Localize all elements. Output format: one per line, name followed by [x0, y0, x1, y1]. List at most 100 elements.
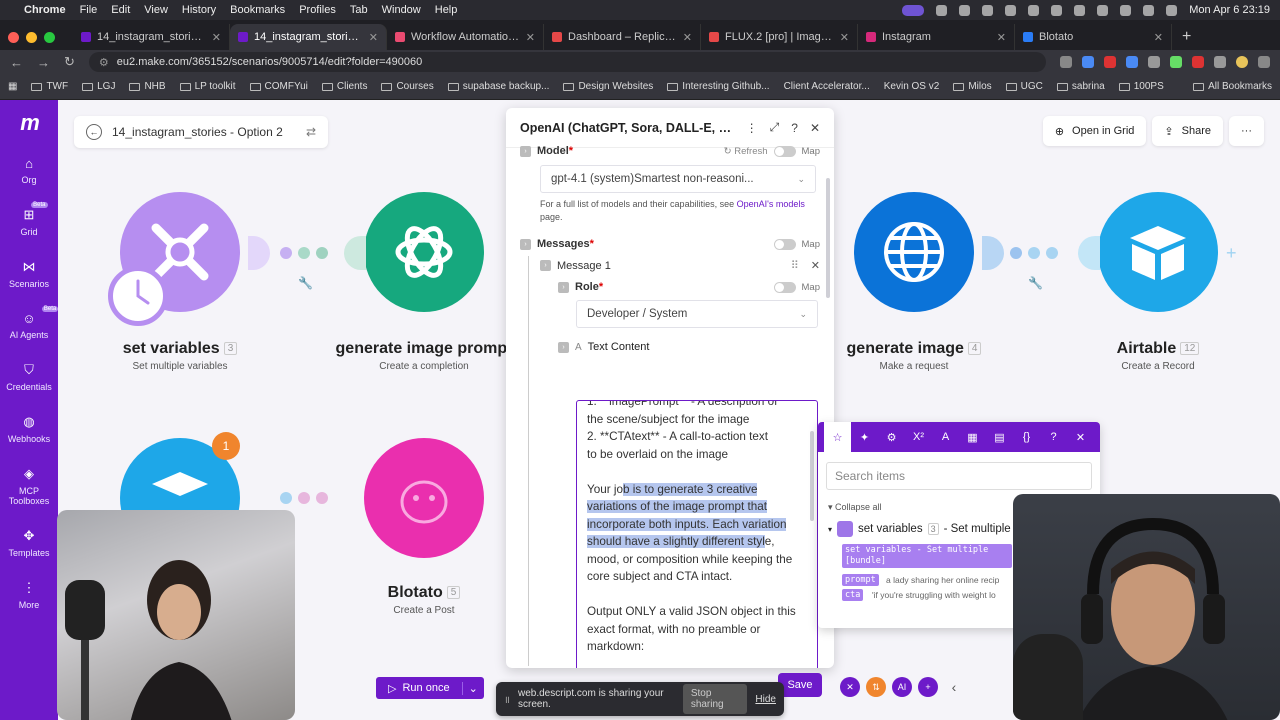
battery-icon[interactable] [1097, 4, 1109, 16]
node-blotato[interactable] [364, 438, 484, 558]
bookmark-ugc[interactable]: UGC [1005, 81, 1043, 92]
drag-handle-icon[interactable]: ⠿ [791, 259, 799, 272]
extension-icon[interactable] [1170, 56, 1182, 68]
back-icon[interactable]: ← [10, 55, 23, 70]
bookmark-twf[interactable]: TWF [31, 81, 68, 92]
sidebar-item-mcp-toolboxes[interactable]: ◈ MCP Toolboxes [2, 466, 56, 506]
open-in-grid-button[interactable]: ⊕ Open in Grid [1042, 116, 1147, 146]
remove-item-icon[interactable]: ✕ [811, 259, 820, 272]
close-tab-icon[interactable]: ✕ [840, 31, 849, 44]
node-generate-image-prompt[interactable] [364, 192, 484, 312]
bookmark-100ps[interactable]: 100PS [1118, 81, 1164, 92]
sidebar-item-grid[interactable]: ⊞ Beta Grid [20, 202, 48, 237]
picker-module-item[interactable]: ▾ set variables 3 - Set multiple [828, 521, 1011, 537]
node-airtable[interactable] [1098, 192, 1218, 312]
share-button[interactable]: ⇪ Share [1152, 116, 1223, 146]
node-generate-image[interactable] [854, 192, 974, 312]
bookmark-milos[interactable]: Milos [953, 81, 992, 92]
all-bookmarks[interactable]: All Bookmarks [1193, 81, 1272, 92]
caret-icon[interactable]: › [540, 260, 551, 271]
run-once-main[interactable]: ▷ Run once [376, 682, 462, 695]
browser-tab[interactable]: Blotato ✕ [1015, 24, 1172, 50]
bookmark-lp-toolkit[interactable]: LP toolkit [179, 81, 236, 92]
map-toggle[interactable] [773, 238, 796, 250]
sidebar-item-ai-agents[interactable]: ☺ Beta AI Agents [10, 306, 59, 340]
menu-edit[interactable]: Edit [111, 4, 130, 16]
status-icon[interactable] [936, 4, 948, 16]
bookmark-clients[interactable]: Clients [321, 81, 367, 92]
sidebar-item-credentials[interactable]: ⛉ Credentials [6, 362, 52, 392]
chrome-menu-icon[interactable] [1258, 56, 1270, 68]
role-select[interactable]: Developer / System ⌄ [576, 300, 818, 328]
caret-icon[interactable]: › [558, 281, 569, 293]
wifi-icon[interactable] [1120, 4, 1132, 16]
status-icon[interactable] [1074, 4, 1086, 16]
variable-pill-prompt[interactable]: prompt [842, 574, 879, 586]
bookmark-sabrina[interactable]: sabrina [1056, 81, 1105, 92]
swap-icon[interactable]: ⇄ [306, 125, 316, 139]
bookmark-design-websites[interactable]: Design Websites [563, 81, 653, 92]
collapse-chevron-icon[interactable]: ‹ [944, 677, 964, 697]
close-tab-icon[interactable]: ✕ [683, 31, 692, 44]
minimize-window-button[interactable] [26, 31, 37, 43]
menu-help[interactable]: Help [435, 4, 458, 16]
bookmark-star-icon[interactable] [1082, 56, 1094, 68]
menu-app-name[interactable]: Chrome [24, 4, 66, 16]
panel-scrollbar[interactable] [826, 178, 830, 298]
more-vertical-icon[interactable]: ⋮ [746, 121, 758, 135]
forward-icon[interactable]: → [37, 55, 50, 70]
variable-pill-cta[interactable]: cta [842, 589, 864, 601]
apps-icon[interactable]: ▦ [8, 81, 17, 92]
caret-icon[interactable]: › [558, 341, 569, 353]
bookmark-courses[interactable]: Courses [381, 81, 434, 92]
url-input[interactable]: ⚙ eu2.make.com/365152/scenarios/9005714/… [88, 52, 1046, 72]
search-items-input[interactable]: Search items [826, 462, 1092, 490]
browser-tab-active[interactable]: 14_instagram_stories - Optio ✕ [230, 24, 387, 50]
menu-window[interactable]: Window [382, 4, 421, 16]
close-tab-icon[interactable]: ✕ [1154, 31, 1163, 44]
bundle-pill[interactable]: set variables - Set multiple [bundle] [842, 544, 1012, 568]
bookmark-kevin-os[interactable]: Kevin OS v2 [884, 81, 940, 92]
model-select[interactable]: gpt-4.1 (system)Smartest non-reasoni... … [540, 165, 816, 193]
schedule-clock-icon[interactable] [108, 266, 168, 326]
browser-tab[interactable]: 14_instagram_stories - Optio ✕ [73, 24, 230, 50]
close-tab-icon[interactable]: ✕ [997, 31, 1006, 44]
browser-tab[interactable]: Dashboard – Replicate ✕ [544, 24, 701, 50]
control-center-icon[interactable] [1166, 4, 1178, 16]
hide-button[interactable]: Hide [755, 694, 776, 705]
extension-icon[interactable] [1192, 56, 1204, 68]
textarea-scrollbar[interactable] [810, 431, 814, 521]
gear-icon[interactable]: ⚙ [878, 422, 905, 452]
browser-tab[interactable]: FLUX.2 [pro] | Image Generat ✕ [701, 24, 858, 50]
menu-history[interactable]: History [182, 4, 216, 16]
zoom-window-button[interactable] [44, 31, 55, 43]
close-tab-icon[interactable]: ✕ [369, 31, 378, 44]
run-once-button[interactable]: ▷ Run once ⌄ [376, 677, 484, 699]
sidebar-item-webhooks[interactable]: ◍ Webhooks [8, 414, 50, 444]
browser-tab[interactable]: Instagram ✕ [858, 24, 1015, 50]
site-info-icon[interactable]: ⚙ [99, 56, 109, 69]
zoom-icon[interactable] [1060, 56, 1072, 68]
help-icon[interactable]: ? [1040, 422, 1067, 452]
menu-view[interactable]: View [144, 4, 168, 16]
sidebar-item-scenarios[interactable]: ⋈ Scenarios [9, 259, 49, 289]
status-icon[interactable] [959, 4, 971, 16]
wrench-icon[interactable]: 🔧 [298, 276, 313, 290]
wrench-icon[interactable]: 🔧 [1028, 276, 1043, 290]
extensions-puzzle-icon[interactable] [1214, 56, 1226, 68]
close-icon[interactable]: ✕ [1067, 422, 1094, 452]
add-module-plus-icon[interactable]: + [1226, 243, 1237, 264]
extension-icon[interactable] [1104, 56, 1116, 68]
bookmark-nhb[interactable]: NHB [129, 81, 166, 92]
stop-sharing-button[interactable]: Stop sharing [682, 684, 748, 714]
flow-control-icon[interactable]: ⇅ [866, 677, 886, 697]
status-icon[interactable] [1051, 4, 1063, 16]
browser-tab[interactable]: Workflow Automation - n8n ✕ [387, 24, 544, 50]
bookmark-comfyui[interactable]: COMFYui [249, 81, 308, 92]
menu-tab[interactable]: Tab [350, 4, 368, 16]
braces-icon[interactable]: {} [1013, 422, 1040, 452]
close-tab-icon[interactable]: ✕ [212, 31, 221, 44]
bookmark-lgj[interactable]: LGJ [82, 81, 115, 92]
menu-bookmarks[interactable]: Bookmarks [230, 4, 285, 16]
sidebar-item-templates[interactable]: ✥ Templates [8, 528, 49, 558]
